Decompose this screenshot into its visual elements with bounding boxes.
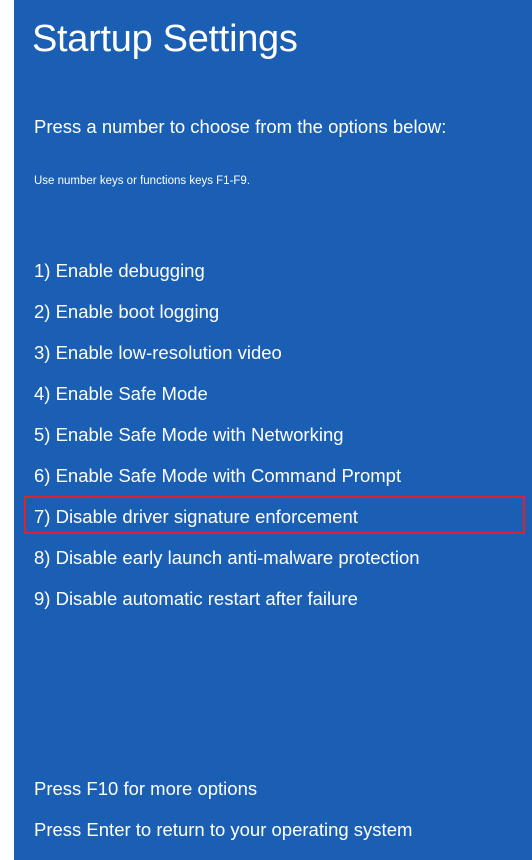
startup-settings-screen: Startup Settings Press a number to choos… [14,0,532,860]
page-title: Startup Settings [32,18,298,60]
footer: Press F10 for more options Press Enter t… [34,768,412,850]
option-enable-boot-logging[interactable]: 2) Enable boot logging [14,291,532,332]
instruction-text: Press a number to choose from the option… [34,116,447,137]
more-options-link[interactable]: Press F10 for more options [34,768,412,809]
option-disable-early-launch-anti-malware[interactable]: 8) Disable early launch anti-malware pro… [14,537,532,578]
hint-text: Use number keys or functions keys F1-F9. [34,175,251,187]
option-enable-debugging[interactable]: 1) Enable debugging [14,250,532,291]
startup-options-list: 1) Enable debugging 2) Enable boot loggi… [14,250,532,619]
option-disable-automatic-restart[interactable]: 9) Disable automatic restart after failu… [14,578,532,619]
return-to-os-link[interactable]: Press Enter to return to your operating … [34,809,412,850]
option-disable-driver-signature-enforcement[interactable]: 7) Disable driver signature enforcement [14,496,532,537]
option-enable-safe-mode[interactable]: 4) Enable Safe Mode [14,373,532,414]
option-enable-low-resolution-video[interactable]: 3) Enable low-resolution video [14,332,532,373]
option-safe-mode-command-prompt[interactable]: 6) Enable Safe Mode with Command Prompt [14,455,532,496]
option-safe-mode-networking[interactable]: 5) Enable Safe Mode with Networking [14,414,532,455]
